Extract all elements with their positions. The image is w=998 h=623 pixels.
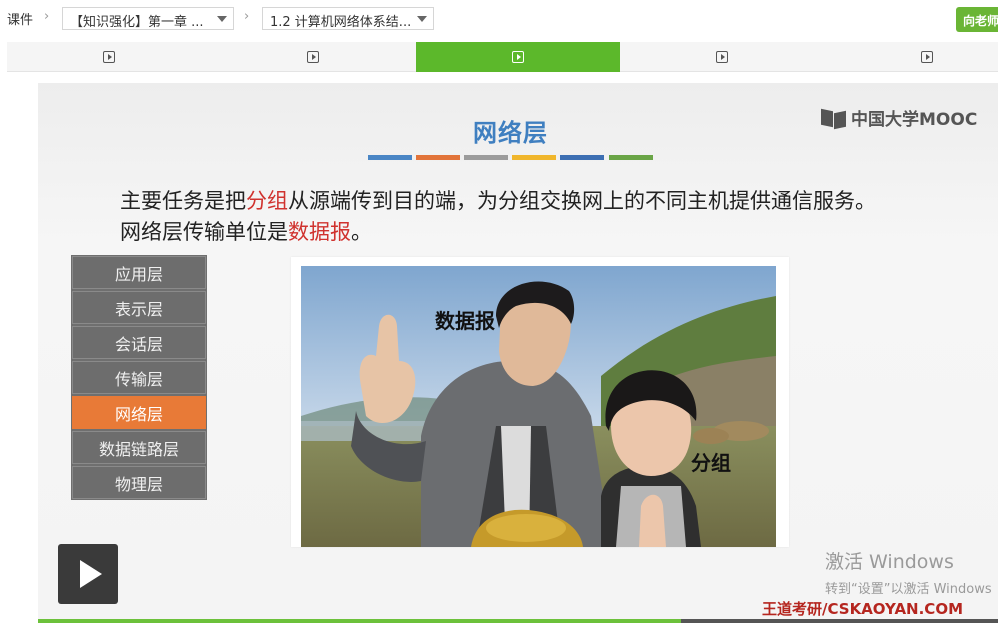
breadcrumb-root[interactable]: 课件 xyxy=(7,9,33,28)
lesson-tab-3[interactable] xyxy=(416,42,620,72)
photo-illustration xyxy=(301,266,776,547)
chevron-right-icon: › xyxy=(244,9,250,24)
color-bar xyxy=(416,155,460,160)
osi-layer-stack: 应用层 表示层 会话层 传输层 网络层 数据链路层 物理层 xyxy=(71,255,207,500)
color-bar xyxy=(609,155,653,160)
section-select-label: 1.2 计算机网络体系结... xyxy=(270,15,412,30)
photo-frame: 数据报 分组 xyxy=(291,257,789,547)
lesson-tab-4[interactable] xyxy=(620,42,824,72)
osi-layer-transport: 传输层 xyxy=(72,361,206,394)
osi-layer-presentation: 表示层 xyxy=(72,291,206,324)
osi-layer-application: 应用层 xyxy=(72,256,206,289)
osi-layer-datalink: 数据链路层 xyxy=(72,431,206,464)
text-span: 从源端传到目的端，为分组交换网上的不同主机提供通信服务。 xyxy=(288,189,876,213)
video-player[interactable]: 网络层 中国大学MOOC 主要任务是把分组从源端传到目的端，为分组交换网上的不同… xyxy=(38,83,998,623)
section-select[interactable]: 1.2 计算机网络体系结... xyxy=(262,7,434,30)
text-span: 网络层传输单位是 xyxy=(120,220,288,244)
watermark-line-2: 转到“设置”以激活 Windows xyxy=(825,582,992,597)
chapter-select-label: 【知识强化】第一章 ... xyxy=(70,15,204,30)
slide-text-line-2: 网络层传输单位是数据报。 xyxy=(120,216,372,246)
top-bar: 课件 › 【知识强化】第一章 ... › 1.2 计算机网络体系结... 向老师 xyxy=(0,0,998,38)
color-bar xyxy=(560,155,604,160)
video-progress-bar[interactable] xyxy=(38,619,998,623)
brand-watermark: 王道考研/CSKAOYAN.COM xyxy=(762,600,963,618)
father-child-photo xyxy=(301,266,776,547)
play-square-icon xyxy=(103,51,115,63)
lesson-tab-5[interactable] xyxy=(825,42,998,72)
windows-activation-watermark: 激活 Windows 转到“设置”以激活 Windows xyxy=(825,547,992,597)
ask-teacher-button[interactable]: 向老师 xyxy=(956,7,998,32)
color-bar xyxy=(368,155,412,160)
chevron-right-icon: › xyxy=(44,9,50,24)
photo-label-packet: 分组 xyxy=(691,451,731,475)
text-span: 主要任务是把 xyxy=(120,189,246,213)
color-bar xyxy=(512,155,556,160)
mooc-logo: 中国大学MOOC xyxy=(821,105,977,130)
caret-down-icon xyxy=(217,16,227,22)
slide-title: 网络层 xyxy=(473,119,548,147)
play-square-icon xyxy=(921,51,933,63)
slide-text-line-1: 主要任务是把分组从源端传到目的端，为分组交换网上的不同主机提供通信服务。 xyxy=(120,185,876,215)
color-bar xyxy=(464,155,508,160)
highlight-packet: 分组 xyxy=(246,189,288,213)
progress-fill xyxy=(38,619,682,623)
watermark-line-1: 激活 Windows xyxy=(825,551,954,573)
photo-label-datagram: 数据报 xyxy=(435,309,495,333)
play-square-icon xyxy=(512,51,524,63)
mooc-logo-text: 中国大学MOOC xyxy=(851,110,978,130)
lesson-tab-2[interactable] xyxy=(211,42,415,72)
highlight-datagram: 数据报 xyxy=(288,220,351,244)
play-square-icon xyxy=(716,51,728,63)
osi-layer-session: 会话层 xyxy=(72,326,206,359)
chapter-select[interactable]: 【知识强化】第一章 ... xyxy=(62,7,234,30)
osi-layer-network: 网络层 xyxy=(72,396,206,429)
play-square-icon xyxy=(307,51,319,63)
text-span: 。 xyxy=(351,220,372,244)
osi-layer-physical: 物理层 xyxy=(72,466,206,499)
play-button[interactable] xyxy=(58,544,118,604)
lesson-tabs xyxy=(7,42,998,72)
book-logo-icon xyxy=(821,108,847,128)
lesson-tab-1[interactable] xyxy=(7,42,211,72)
caret-down-icon xyxy=(417,16,427,22)
